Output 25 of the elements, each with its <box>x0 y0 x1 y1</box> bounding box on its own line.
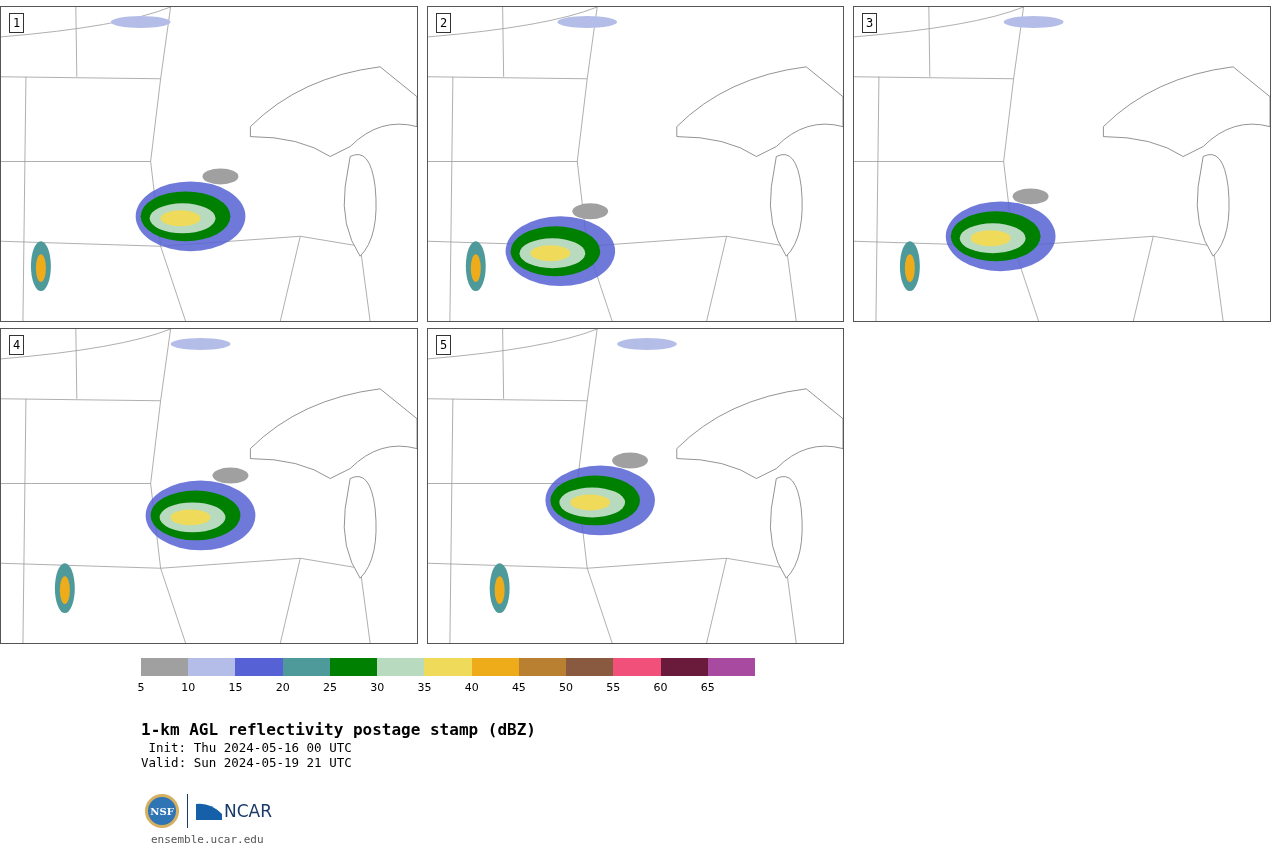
website-url: ensemble.ucar.edu <box>151 832 264 844</box>
ncar-logo: NCAR <box>196 802 273 820</box>
colorbar-tick-label: 15 <box>228 682 243 694</box>
colorbar-tick-label: 50 <box>559 682 574 694</box>
panel-number: 1 <box>9 13 25 33</box>
chart-title: 1-km AGL reflectivity postage stamp (dBZ) <box>141 720 536 740</box>
colorbar-tick-label: 60 <box>653 682 668 694</box>
panel-number: 2 <box>436 13 452 33</box>
nsf-logo: NSF <box>145 794 179 828</box>
colorbar-tick-label: 25 <box>322 682 337 694</box>
colorbar-tick-label: 40 <box>464 682 479 694</box>
colorbar-tick-label: 20 <box>275 682 290 694</box>
colorbar-tick-label: 65 <box>700 682 715 694</box>
valid-time: Valid: Sun 2024-05-19 21 UTC <box>141 755 352 770</box>
colorbar-tick-label: 35 <box>417 682 432 694</box>
colorbar-tick-label: 5 <box>137 682 145 694</box>
panel-number: 4 <box>9 335 25 355</box>
colorbar-tick-label: 30 <box>370 682 385 694</box>
colorbar-tick-label: 10 <box>181 682 196 694</box>
init-time: Init: Thu 2024-05-16 00 UTC <box>147 740 352 755</box>
ncar-swoosh-icon <box>196 802 222 820</box>
panel-number: 3 <box>862 13 878 33</box>
colorbar-tick-label: 45 <box>511 682 526 694</box>
panel-number: 5 <box>436 335 452 355</box>
colorbar-tick-label: 55 <box>606 682 621 694</box>
